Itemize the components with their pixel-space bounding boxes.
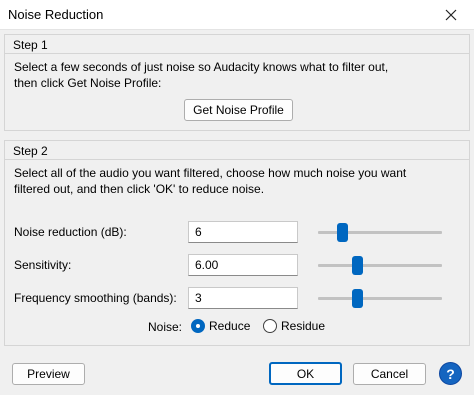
step2-instructions-line2: filtered out, and then click 'OK' to red…	[14, 182, 265, 196]
noise-option-label: Noise:	[148, 320, 183, 334]
reduce-radio[interactable]	[191, 319, 205, 333]
noise-reduction-slider[interactable]	[318, 221, 442, 243]
slider-track	[318, 297, 442, 300]
step1-group: Step 1 Select a few seconds of just nois…	[4, 34, 470, 131]
close-button[interactable]	[428, 0, 474, 30]
help-button[interactable]: ?	[439, 362, 462, 385]
residue-radio-option[interactable]: Residue	[263, 319, 325, 333]
frequency-smoothing-slider[interactable]	[318, 287, 442, 309]
frequency-smoothing-input[interactable]	[188, 287, 298, 309]
frequency-smoothing-label: Frequency smoothing (bands):	[14, 291, 177, 305]
step2-instructions-line1: Select all of the audio you want filtere…	[14, 166, 407, 180]
step1-header: Step 1	[5, 35, 469, 54]
slider-thumb[interactable]	[352, 256, 363, 275]
slider-track	[318, 264, 442, 267]
preview-button[interactable]: Preview	[12, 363, 85, 385]
step2-group: Step 2 Select all of the audio you want …	[4, 140, 470, 346]
step1-instructions-line2: then click Get Noise Profile:	[14, 76, 162, 90]
step2-header: Step 2	[5, 141, 469, 160]
sensitivity-slider[interactable]	[318, 254, 442, 276]
reduce-radio-option[interactable]: Reduce	[191, 319, 250, 333]
step1-label: Step 1	[13, 38, 48, 52]
window-title: Noise Reduction	[8, 7, 104, 22]
cancel-button[interactable]: Cancel	[353, 363, 426, 385]
sensitivity-input[interactable]	[188, 254, 298, 276]
residue-radio-label: Residue	[281, 319, 326, 333]
noise-reduction-input[interactable]	[188, 221, 298, 243]
help-icon: ?	[446, 365, 455, 382]
residue-radio[interactable]	[263, 319, 277, 333]
ok-button[interactable]: OK	[269, 362, 342, 385]
reduce-radio-label: Reduce	[209, 319, 251, 333]
close-icon	[445, 9, 457, 21]
step1-instructions-line1: Select a few seconds of just noise so Au…	[14, 60, 389, 74]
slider-thumb[interactable]	[337, 223, 348, 242]
sensitivity-label: Sensitivity:	[14, 258, 72, 272]
get-noise-profile-button[interactable]: Get Noise Profile	[184, 99, 293, 121]
title-bar: Noise Reduction	[0, 0, 474, 30]
step2-label: Step 2	[13, 144, 48, 158]
slider-thumb[interactable]	[352, 289, 363, 308]
noise-reduction-label: Noise reduction (dB):	[14, 225, 127, 239]
